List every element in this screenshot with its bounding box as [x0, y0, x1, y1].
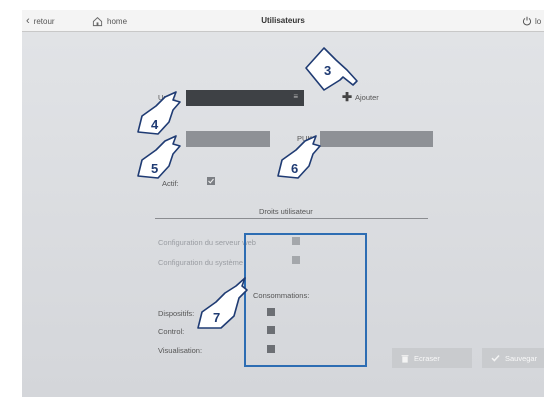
save-button[interactable]: Sauvegar	[482, 348, 544, 368]
chevron-left-icon: ‹	[26, 15, 30, 27]
top-bar: Utilisateurs ‹ retour home lo	[22, 10, 544, 32]
check-icon	[491, 354, 500, 362]
callout-3: 3	[305, 47, 358, 91]
logout-button[interactable]: lo	[522, 10, 541, 32]
control-label: Control:	[158, 327, 185, 336]
save-label: Sauvegar	[505, 353, 538, 363]
callout-6-number: 6	[291, 161, 298, 176]
web-config-label: Configuration du serveur web	[158, 238, 256, 247]
active-checkbox[interactable]	[207, 177, 215, 185]
puk-field[interactable]	[320, 131, 433, 147]
power-icon	[522, 16, 532, 26]
user-select[interactable]: ≡	[186, 90, 304, 106]
users-screen: Utilisateurs ‹ retour home lo User: ≡ ✚ …	[22, 10, 544, 397]
callout-6: 6	[277, 135, 321, 179]
divider	[155, 218, 428, 219]
devices-label: Dispositifs:	[158, 309, 195, 318]
password-field[interactable]	[186, 131, 270, 147]
home-button[interactable]: home	[92, 10, 127, 32]
home-label: home	[107, 16, 128, 26]
check-icon	[208, 178, 214, 184]
highlight-box	[244, 233, 367, 367]
system-config-label: Configuration du système	[158, 258, 244, 267]
callout-5-number: 5	[151, 161, 158, 176]
delete-button[interactable]: Ecraser	[392, 348, 472, 368]
callout-5: 5	[137, 135, 181, 179]
callout-7: 7	[197, 277, 248, 329]
back-button[interactable]: ‹ retour	[26, 10, 55, 32]
logout-label: lo	[535, 16, 542, 26]
back-label: retour	[33, 16, 55, 26]
callout-3-number: 3	[324, 63, 331, 78]
visualisation-label: Visualisation:	[158, 346, 203, 355]
home-icon	[92, 16, 103, 26]
rights-title: Droits utilisateur	[259, 207, 313, 216]
trash-icon	[401, 354, 409, 363]
delete-label: Ecraser	[414, 353, 440, 363]
callout-7-number: 7	[213, 310, 220, 325]
menu-icon: ≡	[293, 92, 298, 101]
